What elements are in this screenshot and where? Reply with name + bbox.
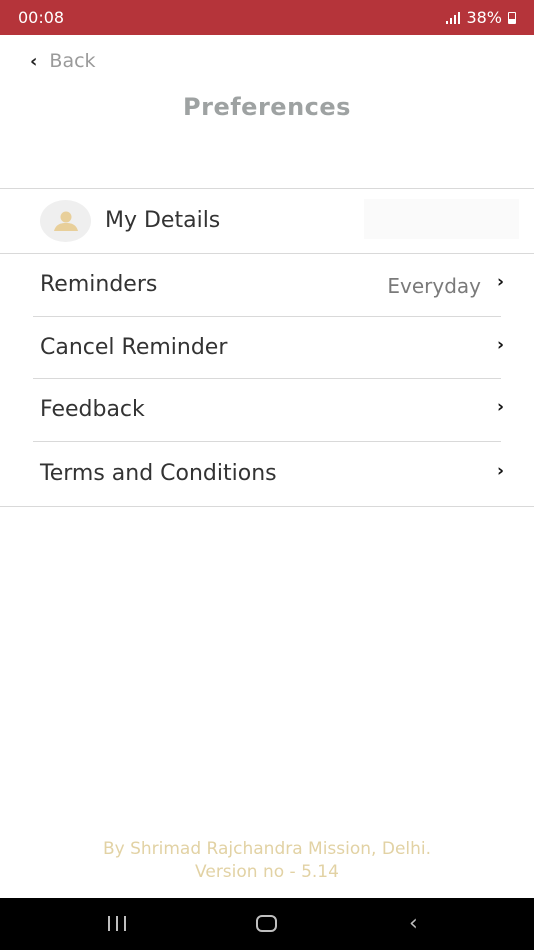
back-button[interactable]: ‹ Back <box>30 50 96 72</box>
recents-button[interactable] <box>108 916 126 931</box>
system-back-button[interactable]: ‹ <box>409 911 418 936</box>
chevron-left-icon: ‹ <box>30 50 38 72</box>
menu-item-label: Reminders <box>40 272 158 297</box>
menu-item-label: Terms and Conditions <box>40 461 277 486</box>
status-indicators: 38% <box>446 8 516 27</box>
menu-item-label: Cancel Reminder <box>40 335 228 360</box>
person-icon <box>53 211 78 231</box>
menu-item-reminders[interactable]: Reminders Everyday › <box>0 254 534 316</box>
page-title: Preferences <box>183 93 351 121</box>
chevron-right-icon: › <box>496 397 504 417</box>
reminder-frequency-value: Everyday <box>387 274 481 298</box>
signal-icon <box>446 11 461 24</box>
footer-organization: By Shrimad Rajchandra Mission, Delhi. <box>102 839 432 859</box>
menu-item-feedback[interactable]: Feedback › <box>0 379 534 441</box>
divider <box>33 441 501 442</box>
footer: By Shrimad Rajchandra Mission, Delhi. Ve… <box>0 838 534 884</box>
system-nav-bar: ‹ <box>0 898 534 950</box>
details-placeholder <box>364 199 519 239</box>
battery-icon <box>508 11 516 24</box>
status-time: 00:08 <box>18 8 65 27</box>
footer-version: Version no - 5.14 <box>195 862 339 882</box>
divider <box>0 506 534 507</box>
back-label: Back <box>49 50 96 72</box>
chevron-right-icon: › <box>496 461 504 481</box>
status-bar: 00:08 38% <box>0 0 534 35</box>
battery-percent: 38% <box>466 8 502 27</box>
menu-item-cancel-reminder[interactable]: Cancel Reminder › <box>0 317 534 379</box>
home-button[interactable] <box>256 915 277 932</box>
menu-item-label: Feedback <box>40 397 145 422</box>
avatar <box>40 200 91 242</box>
chevron-right-icon: › <box>496 335 504 355</box>
my-details-label: My Details <box>105 208 221 233</box>
chevron-right-icon: › <box>496 272 504 292</box>
menu-item-terms[interactable]: Terms and Conditions › <box>0 443 534 505</box>
